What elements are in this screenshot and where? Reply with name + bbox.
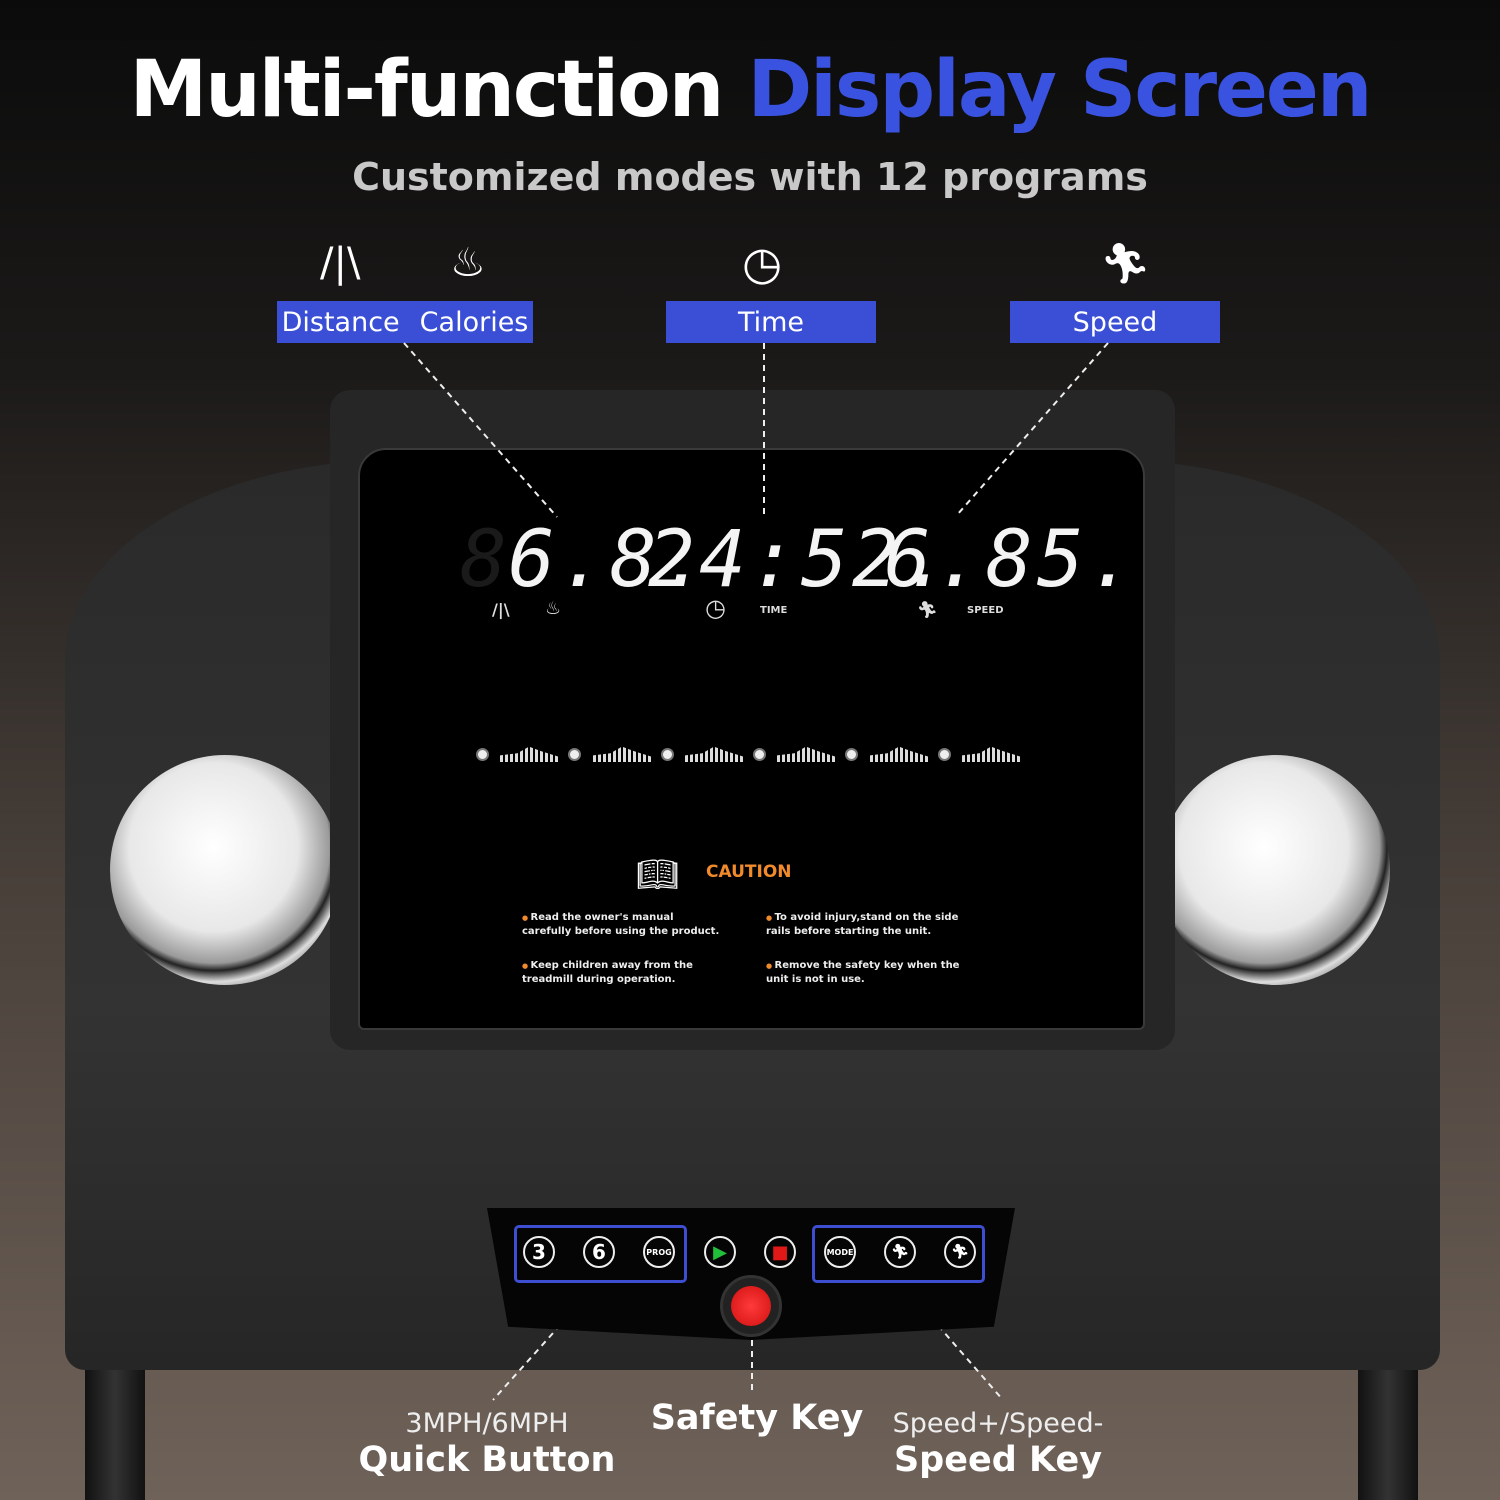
- stop-button[interactable]: ■: [764, 1236, 796, 1268]
- unlit-digit: 8: [460, 515, 511, 605]
- caution-note: Read the owner's manual carefully before…: [522, 911, 722, 938]
- prog-button[interactable]: PROG: [643, 1236, 675, 1268]
- caution-note: Keep children away from the treadmill du…: [522, 959, 722, 986]
- program-dot: [661, 748, 674, 761]
- runner-minus-icon: 🏃︎: [951, 1244, 969, 1260]
- caution-note: To avoid injury,stand on the side rails …: [766, 911, 966, 938]
- clock-icon: ◷: [705, 594, 726, 622]
- road-icon: /|\: [492, 600, 510, 619]
- caution-note: Remove the safety key when the unit is n…: [766, 959, 966, 986]
- flame-icon: ♨: [545, 598, 562, 619]
- speed-label: SPEED: [967, 605, 1004, 616]
- program-dot: [938, 748, 951, 761]
- speed-readout: 6.85.: [884, 515, 1139, 605]
- mode-button[interactable]: MODE: [824, 1236, 856, 1268]
- runner-plus-icon: 🏃︎: [891, 1244, 909, 1260]
- runner-icon: 🏃︎: [917, 600, 938, 619]
- speed-up-button[interactable]: 🏃︎: [884, 1236, 916, 1268]
- start-button[interactable]: ▶: [704, 1236, 736, 1268]
- stop-icon: ■: [771, 1241, 789, 1263]
- program-dot: [476, 748, 489, 761]
- speed-key-title: Speed Key: [893, 1440, 1103, 1480]
- program-dot: [568, 748, 581, 761]
- quick-button-title: Quick Button: [358, 1440, 616, 1480]
- safety-key[interactable]: [720, 1275, 782, 1337]
- manual-info-icon: 📖︎: [636, 855, 680, 895]
- program-dot: [753, 748, 766, 761]
- speed-key-subtitle: Speed+/Speed-: [892, 1408, 1104, 1439]
- play-icon: ▶: [713, 1241, 727, 1263]
- caution-title: CAUTION: [706, 862, 792, 882]
- program-dot: [845, 748, 858, 761]
- quick-6mph-button[interactable]: 6: [583, 1236, 615, 1268]
- quick-3mph-button[interactable]: 3: [523, 1236, 555, 1268]
- speed-down-button[interactable]: 🏃︎: [944, 1236, 976, 1268]
- time-label: TIME: [760, 605, 788, 616]
